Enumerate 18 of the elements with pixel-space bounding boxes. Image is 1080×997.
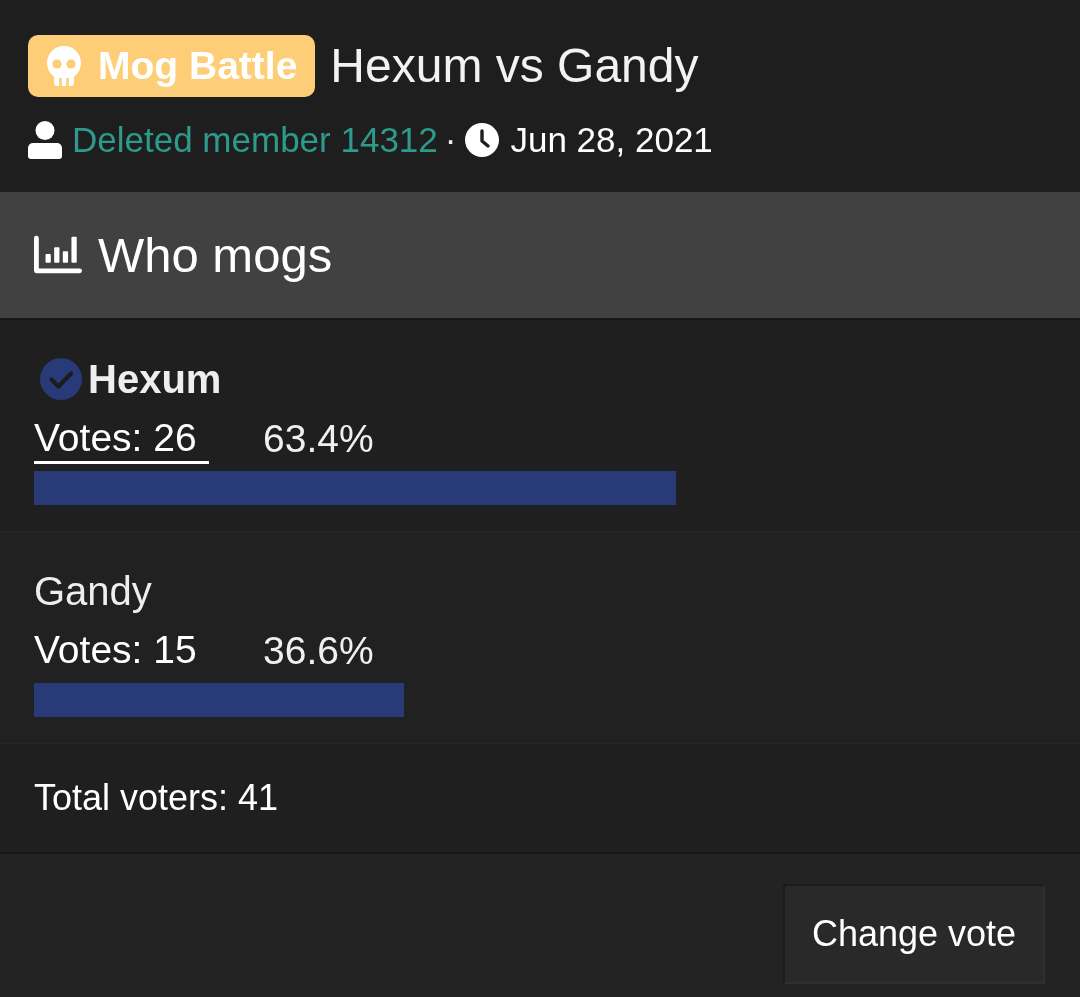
check-circle-icon <box>40 358 82 400</box>
votes-link[interactable]: Votes: 15 <box>34 626 209 676</box>
poll-title: Who mogs <box>98 227 333 284</box>
vote-percent: 63.4% <box>263 416 374 462</box>
vote-percent: 36.6% <box>263 628 374 674</box>
user-icon <box>28 121 62 159</box>
total-voters: Total voters: 41 <box>34 776 279 820</box>
bar-chart-icon <box>34 235 82 275</box>
votes-link[interactable]: Votes: 26 <box>34 414 209 464</box>
option-name: Hexum <box>88 356 222 403</box>
post-date: Jun 28, 2021 <box>510 119 713 161</box>
change-vote-button[interactable]: Change vote <box>783 884 1045 984</box>
author-link[interactable]: Deleted member 14312 <box>72 118 438 162</box>
clock-icon <box>465 123 500 157</box>
skull-icon <box>44 46 84 86</box>
thread-title: Hexum vs Gandy <box>330 38 699 94</box>
option-name: Gandy <box>34 568 152 615</box>
separator-dot: · <box>444 119 457 161</box>
